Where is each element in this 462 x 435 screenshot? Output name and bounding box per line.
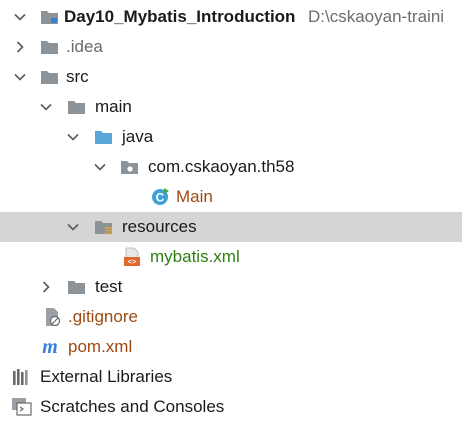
tree-node-main-class[interactable]: C Main — [0, 182, 462, 212]
tree-node-project-root[interactable]: Day10_Mybatis_Introduction D:\cskaoyan-t… — [0, 2, 462, 32]
tree-node-mybatis-xml[interactable]: <> mybatis.xml — [0, 242, 462, 272]
project-tree: Day10_Mybatis_Introduction D:\cskaoyan-t… — [0, 0, 462, 435]
folder-icon — [40, 38, 58, 56]
ignore-file-icon — [42, 307, 62, 327]
tree-node-main[interactable]: main — [0, 92, 462, 122]
tree-node-pom-xml[interactable]: m pom.xml — [0, 332, 462, 362]
package-icon — [120, 158, 138, 176]
resources-folder-icon — [94, 218, 112, 236]
scratches-icon — [11, 397, 33, 417]
tree-node-test[interactable]: test — [0, 272, 462, 302]
module-folder-icon — [40, 8, 58, 26]
tree-label-scratches: Scratches and Consoles — [40, 397, 225, 416]
svg-text:C: C — [156, 191, 165, 205]
tree-label-package: com.cskaoyan.th58 — [148, 157, 295, 176]
java-class-icon: C — [150, 187, 170, 207]
tree-label-pom-xml: pom.xml — [68, 337, 133, 356]
chevron-right-icon[interactable] — [14, 41, 26, 53]
folder-icon — [67, 278, 85, 296]
folder-icon — [40, 68, 58, 86]
tree-node-package[interactable]: com.cskaoyan.th58 — [0, 152, 462, 182]
svg-text:<>: <> — [128, 257, 137, 266]
tree-node-scratches[interactable]: Scratches and Consoles — [0, 392, 462, 422]
xml-file-icon: <> — [122, 247, 142, 267]
tree-label-resources: resources — [122, 217, 197, 236]
chevron-down-icon[interactable] — [94, 161, 106, 173]
chevron-down-icon[interactable] — [40, 101, 52, 113]
tree-label-idea: .idea — [66, 37, 103, 56]
tree-node-src[interactable]: src — [0, 62, 462, 92]
tree-node-resources[interactable]: resources — [0, 212, 462, 242]
chevron-down-icon[interactable] — [67, 131, 79, 143]
tree-node-external-libraries[interactable]: External Libraries — [0, 362, 462, 392]
tree-label-gitignore: .gitignore — [68, 307, 138, 326]
source-folder-icon — [94, 128, 112, 146]
library-icon — [12, 368, 30, 386]
tree-node-gitignore[interactable]: .gitignore — [0, 302, 462, 332]
tree-label-external-libraries: External Libraries — [40, 367, 173, 386]
project-path: D:\cskaoyan-traini — [308, 7, 445, 26]
tree-label-src: src — [66, 67, 89, 86]
maven-icon: m — [38, 336, 62, 358]
tree-label-main-class: Main — [176, 187, 213, 206]
chevron-right-icon[interactable] — [40, 281, 52, 293]
tree-label-java: java — [122, 127, 154, 146]
tree-label-main: main — [95, 97, 132, 116]
tree-node-java[interactable]: java — [0, 122, 462, 152]
tree-node-idea[interactable]: .idea — [0, 32, 462, 62]
folder-icon — [67, 98, 85, 116]
chevron-down-icon[interactable] — [14, 71, 26, 83]
svg-text:m: m — [42, 336, 58, 358]
project-name: Day10_Mybatis_Introduction — [64, 7, 296, 26]
tree-label-test: test — [95, 277, 123, 296]
chevron-down-icon[interactable] — [67, 221, 79, 233]
chevron-down-icon[interactable] — [14, 11, 26, 23]
tree-label-mybatis-xml: mybatis.xml — [150, 247, 240, 266]
